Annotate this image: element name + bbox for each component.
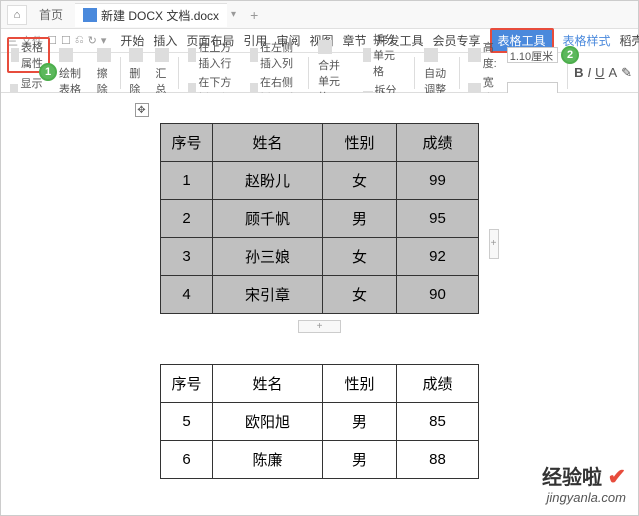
erase-button[interactable] (94, 47, 114, 63)
height-icon (468, 48, 480, 62)
th-name[interactable]: 姓名 (213, 365, 323, 403)
separator (459, 57, 460, 89)
height-field[interactable]: 高度: 1.10厘米 (465, 38, 561, 72)
qa-icon[interactable]: ☐ (61, 34, 71, 47)
table-row: 序号 姓名 性别 成绩 (161, 365, 479, 403)
col-left-icon (250, 48, 258, 62)
table-row: 6陈廉男88 (161, 441, 479, 479)
highlight-button[interactable]: ✎ (621, 65, 632, 81)
home-icon[interactable]: ⌂ (7, 5, 27, 25)
merge-cells-button[interactable] (315, 39, 354, 55)
delete-icon (129, 48, 143, 62)
table-props-icon (11, 48, 19, 62)
th-gender[interactable]: 性别 (323, 124, 397, 162)
callout-badge-1: 1 (39, 63, 57, 81)
insert-col-left-button[interactable]: 在左侧插入列 (247, 38, 303, 72)
callout-badge-2: 2 (561, 46, 579, 64)
document-canvas: ✥ 序号 姓名 性别 成绩 1赵盼儿女99 2顾千帆男95 3孙三娘女92 4宋… (1, 93, 638, 515)
separator (178, 57, 179, 89)
th-gender[interactable]: 性别 (323, 365, 397, 403)
doc-title: 新建 DOCX 文档.docx (101, 7, 219, 24)
auto-adjust-icon (424, 48, 438, 62)
draw-icon (59, 48, 73, 62)
titlebar: ⌂ 首页 新建 DOCX 文档.docx ▾ + (1, 1, 638, 29)
th-seq[interactable]: 序号 (161, 365, 213, 403)
italic-button[interactable]: I (587, 65, 591, 81)
qa-icon[interactable]: ⎌ (75, 34, 84, 47)
table-row: 4宋引章女90 (161, 276, 479, 314)
separator (414, 57, 415, 89)
table-row: 5欧阳旭男85 (161, 403, 479, 441)
watermark: 经验啦 ✔ jingyanla.com (542, 461, 626, 505)
th-score[interactable]: 成绩 (397, 365, 479, 403)
doc-icon (83, 8, 97, 22)
add-column-handle[interactable]: + (489, 229, 499, 259)
table-2[interactable]: 序号 姓名 性别 成绩 5欧阳旭男85 6陈廉男88 (160, 364, 479, 479)
auto-adjust-button[interactable] (421, 47, 453, 63)
qa-dropdown-icon[interactable]: ▾ (101, 34, 107, 47)
summary-icon (155, 48, 169, 62)
table2-wrap: 序号 姓名 性别 成绩 5欧阳旭男85 6陈廉男88 (155, 364, 485, 479)
insert-row-above-button[interactable]: 在上方插入行 (185, 38, 241, 72)
watermark-url: jingyanla.com (542, 490, 626, 505)
table-row: 2顾千帆男95 (161, 200, 479, 238)
separator (120, 57, 121, 89)
merge-icon (318, 40, 332, 54)
height-input[interactable]: 1.10厘米 (507, 47, 559, 63)
toolbar: 表格属性 显示虚框 绘制表格 擦除 删除 汇总 在上方插入行 在下方插入行 在左… (1, 53, 638, 93)
separator (308, 57, 309, 89)
tab-home[interactable]: 首页 (31, 2, 71, 27)
bold-button[interactable]: B (574, 65, 583, 81)
table-1[interactable]: 序号 姓名 性别 成绩 1赵盼儿女99 2顾千帆男95 3孙三娘女92 4宋引章… (160, 123, 479, 314)
add-row-handle[interactable]: + (155, 316, 485, 334)
table-move-handle[interactable]: ✥ (135, 103, 149, 117)
th-seq[interactable]: 序号 (161, 124, 213, 162)
new-tab-button[interactable]: + (240, 7, 268, 23)
underline-button[interactable]: U (595, 65, 604, 81)
tab-dropdown-icon[interactable]: ▾ (231, 9, 236, 20)
th-name[interactable]: 姓名 (213, 124, 323, 162)
table-row: 3孙三娘女92 (161, 238, 479, 276)
draw-table-button[interactable] (56, 47, 88, 63)
watermark-text: 经验啦 (542, 467, 602, 489)
qa-icon[interactable]: ↻ (88, 34, 97, 47)
summary-button[interactable] (152, 47, 172, 63)
delete-button[interactable] (126, 47, 146, 63)
font-color-button[interactable]: A (608, 65, 617, 81)
split-cells-icon (363, 48, 371, 62)
th-score[interactable]: 成绩 (397, 124, 479, 162)
table1-wrap: ✥ 序号 姓名 性别 成绩 1赵盼儿女99 2顾千帆男95 3孙三娘女92 4宋… (155, 123, 485, 334)
row-above-icon (188, 48, 196, 62)
document-tab[interactable]: 新建 DOCX 文档.docx (75, 3, 227, 27)
menu-addon[interactable]: 稻壳资源 (620, 32, 639, 49)
table-row: 序号 姓名 性别 成绩 (161, 124, 479, 162)
table-row: 1赵盼儿女99 (161, 162, 479, 200)
check-icon: ✔ (608, 464, 626, 489)
erase-icon (97, 48, 111, 62)
split-cells-button[interactable]: 拆分单元格 (360, 30, 409, 80)
